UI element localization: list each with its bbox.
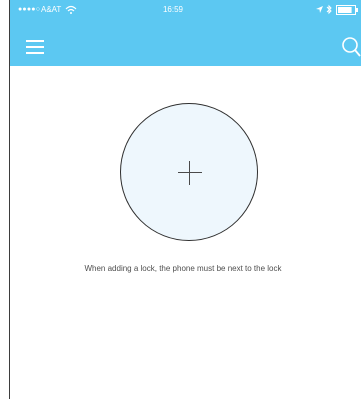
wifi-icon xyxy=(65,5,77,14)
bluetooth-icon xyxy=(326,4,332,15)
carrier-name: A&AT xyxy=(41,5,62,14)
search-icon[interactable] xyxy=(340,36,361,57)
hamburger-menu-icon[interactable] xyxy=(25,39,45,55)
plus-icon xyxy=(178,161,202,185)
add-lock-button[interactable] xyxy=(120,103,258,241)
app-header: ●●●●○ A&AT 16:59 xyxy=(10,0,361,66)
add-lock-instruction: When adding a lock, the phone must be ne… xyxy=(84,264,282,273)
cellular-signal-indicator: ●●●●○ xyxy=(18,6,41,13)
battery-icon xyxy=(336,5,358,15)
add-lock-screen: ●●●●○ A&AT 16:59 When adding a lock, the… xyxy=(0,0,361,399)
status-bar: ●●●●○ A&AT 16:59 xyxy=(10,0,361,20)
status-time: 16:59 xyxy=(162,5,184,14)
location-arrow-icon xyxy=(316,6,323,13)
